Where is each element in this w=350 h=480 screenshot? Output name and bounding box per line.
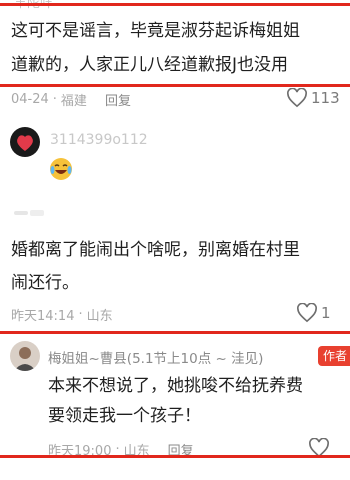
comment-text-line-2: 道歉的，人家正儿八经道歉报J也没用 bbox=[11, 55, 289, 75]
comment-text-line-1: 这可不是谣言，毕竟是淑芬起诉梅姐姐 bbox=[11, 21, 300, 41]
comment-location: 福建 bbox=[60, 94, 87, 109]
emoji-laughing-crying-icon bbox=[48, 156, 74, 182]
highlight-line-bottom-1 bbox=[0, 84, 350, 87]
comment-meta: 昨天14:14 · 山东 bbox=[11, 305, 113, 324]
avatar-photo-icon bbox=[14, 347, 36, 371]
like-button[interactable]: 113 bbox=[286, 88, 340, 108]
like-count: 1 bbox=[321, 304, 331, 322]
comment-date: 04-24 bbox=[11, 92, 49, 107]
comment-text-line-2: 要领走我一个孩子！ bbox=[48, 406, 201, 426]
meta-separator: · bbox=[78, 307, 83, 322]
author-badge: 作者 bbox=[318, 346, 350, 366]
comment-username[interactable]: 梅姐姐~曹县(5.1节上10点 ~ 洼见) bbox=[48, 347, 310, 367]
heart-icon bbox=[297, 303, 317, 323]
meta-separator: · bbox=[52, 92, 57, 107]
like-count: 113 bbox=[311, 89, 340, 107]
avatar[interactable] bbox=[10, 127, 40, 157]
comment-text-line-2: 闹还行。 bbox=[11, 273, 79, 293]
comment-meta: 04-24 · 福建 回复 bbox=[11, 90, 131, 109]
avatar-placeholder[interactable] bbox=[14, 211, 28, 215]
heart-icon bbox=[287, 88, 307, 108]
username-placeholder bbox=[30, 210, 44, 216]
like-button[interactable]: 1 bbox=[296, 303, 331, 323]
avatar-heart-icon bbox=[17, 135, 33, 151]
highlight-line-top-1 bbox=[0, 3, 350, 6]
comment-text-line-1: 本来不想说了，她挑唆不给抚养费 bbox=[48, 376, 303, 396]
comment-date: 昨天14:14 bbox=[11, 309, 75, 324]
highlight-line-bottom-2 bbox=[0, 455, 350, 458]
avatar[interactable] bbox=[10, 341, 40, 371]
comment-location: 山东 bbox=[86, 309, 113, 324]
comment-username[interactable]: 3114399o112 bbox=[50, 132, 148, 148]
comment-text-line-1: 婚都离了能闹出个啥呢，别离婚在村里 bbox=[11, 240, 300, 260]
reply-button[interactable]: 回复 bbox=[105, 90, 131, 109]
highlight-line-top-2 bbox=[0, 331, 350, 334]
